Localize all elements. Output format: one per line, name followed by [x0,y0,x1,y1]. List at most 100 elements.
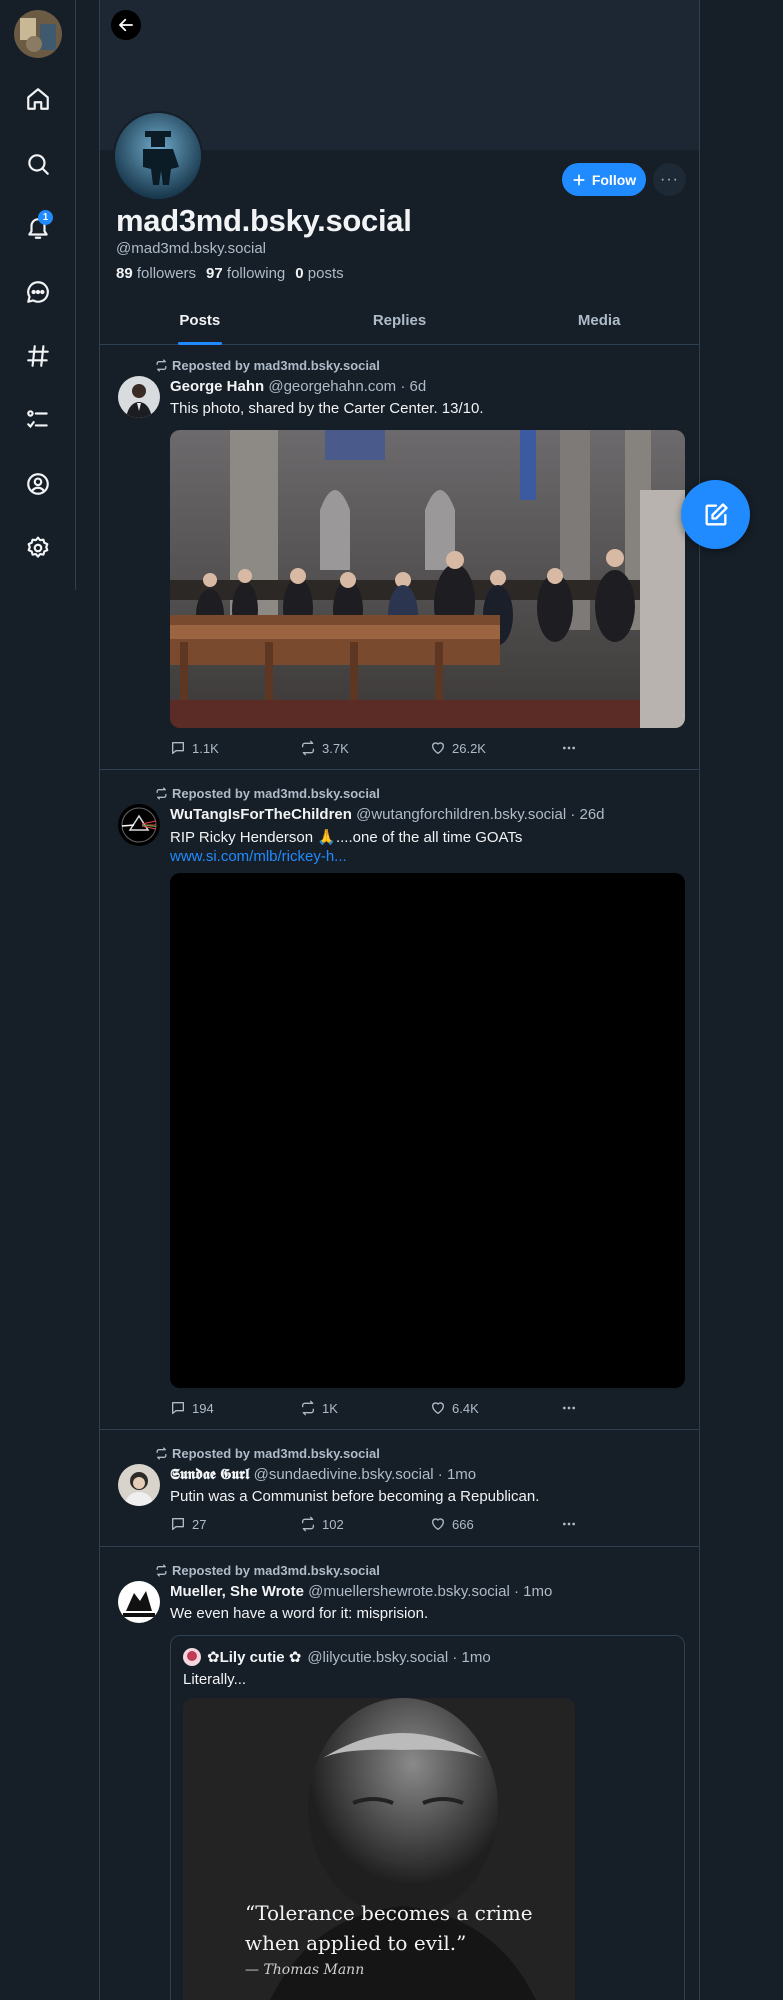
reply-button[interactable]: 27 [170,1516,206,1532]
post-meta[interactable]: @georgehahn.com · 6d [268,378,426,395]
follow-button[interactable]: Follow [562,163,646,196]
tab-replies[interactable]: Replies [300,300,500,344]
feed-post[interactable]: Reposted by mad3md.bsky.social WuTangIsF… [100,770,699,1430]
ellipsis-icon [563,1406,575,1410]
following-label: following [226,265,286,282]
reply-button[interactable]: 1.1K [170,740,219,756]
post-text: We even have a word for it: misprision. [170,1605,429,1622]
repost-count: 1K [322,1400,338,1416]
following-stat[interactable]: 97 following [206,265,285,282]
post-more-button[interactable] [560,1400,578,1416]
followers-label: followers [136,265,197,282]
like-button[interactable]: 666 [430,1516,474,1532]
post-author[interactable]: George Hahn [170,378,264,395]
like-button[interactable]: 6.4K [430,1400,479,1416]
author-avatar[interactable] [118,1581,160,1623]
post-meta[interactable]: @muellershewrote.bsky.social · 1mo [308,1583,552,1600]
ellipsis-icon [563,1522,575,1526]
repost-icon [156,359,167,372]
quoted-post[interactable]: ✿Lily cutie ✿ @lilycutie.bsky.social · 1… [170,1635,685,2000]
reply-button[interactable]: 194 [170,1400,214,1416]
posts-stat: 0 posts [295,265,343,282]
tab-media-label: Media [577,312,621,329]
post-author[interactable]: 𝕾𝖚𝖓𝖉𝖆𝖊 𝕲𝖚𝖗𝖑 [170,1466,249,1483]
ellipsis-icon: ··· [660,170,679,188]
hashtag-icon[interactable] [22,340,54,372]
post-text: This photo, shared by the Carter Center.… [170,400,484,417]
current-user-avatar[interactable] [14,10,62,58]
like-count: 6.4K [452,1400,479,1416]
repost-indicator: Reposted by mad3md.bsky.social [155,786,380,801]
quoted-author[interactable]: ✿Lily cutie ✿ [207,1648,301,1666]
reply-count: 27 [192,1516,207,1532]
quoted-image[interactable]: “Tolerance becomes a crime when applied … [183,1698,575,2000]
repost-button[interactable]: 102 [300,1516,344,1532]
profile-icon[interactable] [22,468,54,500]
feed-post[interactable]: Reposted by mad3md.bsky.social 𝕾𝖚𝖓𝖉𝖆𝖊 𝕲𝖚… [100,1430,699,1547]
like-count: 666 [452,1516,474,1532]
comment-icon [172,1518,184,1530]
repost-label[interactable]: Reposted by mad3md.bsky.social [172,358,380,373]
chat-icon[interactable] [22,276,54,308]
repost-label[interactable]: Reposted by mad3md.bsky.social [172,1446,380,1461]
home-icon[interactable] [22,83,54,115]
repost-icon [302,1400,314,1416]
repost-indicator: Reposted by mad3md.bsky.social [155,1563,380,1578]
post-meta[interactable]: @sundaedivine.bsky.social · 1mo [254,1466,477,1483]
author-avatar[interactable] [118,804,160,846]
tab-replies-label: Replies [372,312,427,329]
author-avatar[interactable] [118,1464,160,1506]
post-text: Putin was a Communist before becoming a … [170,1488,540,1505]
repost-button[interactable]: 1K [300,1400,338,1416]
tab-posts[interactable]: Posts [100,300,300,345]
repost-indicator: Reposted by mad3md.bsky.social [155,1446,380,1461]
posts-count: 0 [295,265,304,282]
post-video[interactable] [170,873,685,1388]
repost-icon [302,1516,314,1532]
ellipsis-icon [563,746,575,750]
back-button[interactable] [111,10,141,40]
post-image[interactable] [170,430,685,728]
post-actions: 1.1K 3.7K 26.2K [170,740,590,760]
repost-icon [156,1564,167,1577]
post-more-button[interactable] [560,740,578,756]
tab-posts-label: Posts [179,312,221,329]
notifications-badge: 1 [38,210,53,225]
post-link[interactable]: www.si.com/mlb/rickey-h... [170,848,347,865]
profile-handle: @mad3md.bsky.social [116,240,266,257]
post-author[interactable]: Mueller, She Wrote [170,1583,304,1600]
compose-button[interactable] [681,480,750,549]
search-icon[interactable] [22,148,54,180]
bell-icon[interactable]: 1 [22,210,54,244]
profile-more-button[interactable]: ··· [653,163,686,196]
post-header: George Hahn @georgehahn.com · 6d [170,378,426,395]
heart-icon [432,1518,444,1530]
gear-icon[interactable] [22,532,54,564]
profile-avatar[interactable] [113,111,203,201]
repost-button[interactable]: 3.7K [300,740,349,756]
like-button[interactable]: 26.2K [430,740,486,756]
feed-post[interactable]: Reposted by mad3md.bsky.social George Ha… [100,346,699,770]
quoted-meta[interactable]: @lilycutie.bsky.social · 1mo [307,1649,490,1666]
posts-label: posts [307,265,344,282]
like-count: 26.2K [452,740,486,756]
post-header: WuTangIsForTheChildren @wutangforchildre… [170,806,605,823]
author-avatar[interactable] [118,376,160,418]
post-meta[interactable]: @wutangforchildren.bsky.social · 26d [356,806,604,823]
post-more-button[interactable] [560,1516,578,1532]
followers-stat[interactable]: 89 followers [116,265,196,282]
repost-label[interactable]: Reposted by mad3md.bsky.social [172,1563,380,1578]
post-header: Mueller, She Wrote @muellershewrote.bsky… [170,1583,552,1600]
tab-media[interactable]: Media [499,300,699,344]
repost-label[interactable]: Reposted by mad3md.bsky.social [172,786,380,801]
heart-icon [432,742,444,754]
list-icon[interactable] [22,404,54,436]
feed-post[interactable]: Reposted by mad3md.bsky.social Mueller, … [100,1547,699,2000]
post-author[interactable]: WuTangIsForTheChildren [170,806,352,823]
left-navigation: 1 [0,0,76,590]
compose-icon [705,502,728,525]
post-actions: 194 1K 6.4K [170,1400,590,1420]
follow-label: Follow [591,171,637,188]
quoted-author-avatar[interactable] [183,1648,201,1666]
followers-count: 89 [116,265,133,282]
